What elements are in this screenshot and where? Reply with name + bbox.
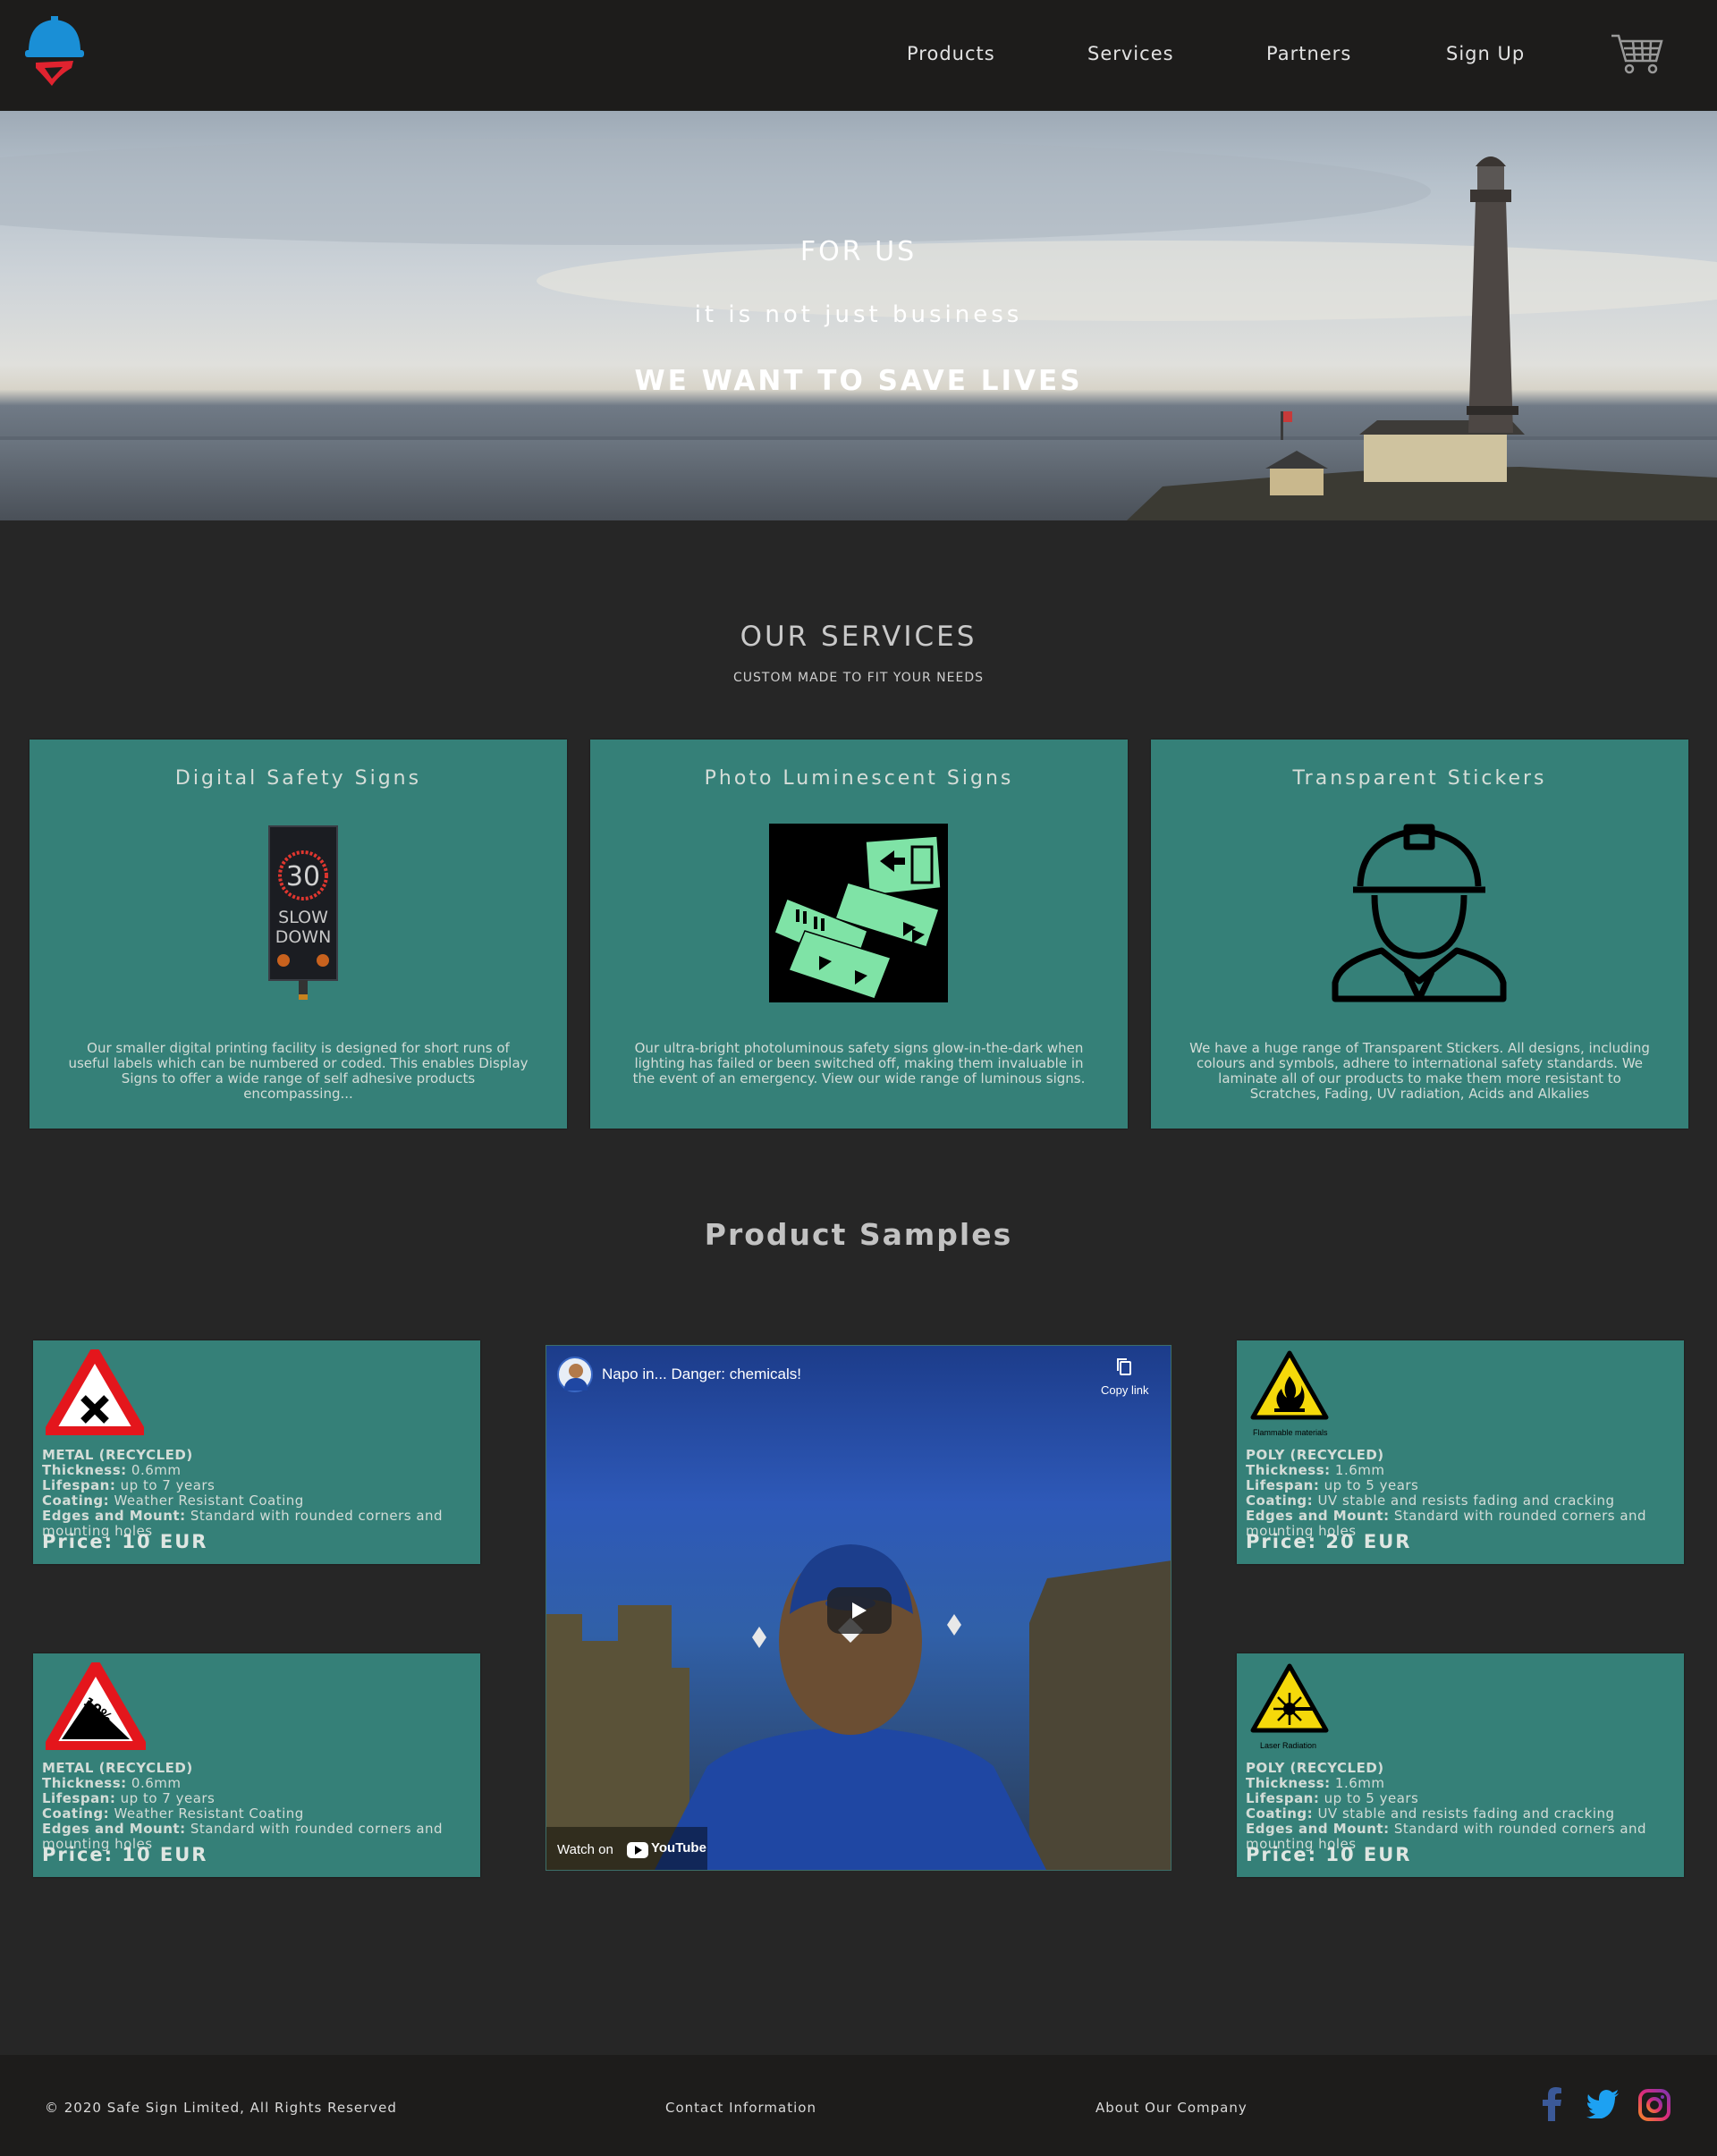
- svg-text:DOWN: DOWN: [275, 927, 332, 947]
- channel-avatar[interactable]: [557, 1357, 593, 1392]
- services-title: OUR SERVICES: [740, 621, 977, 653]
- svg-text:30: 30: [286, 861, 320, 892]
- hero-line-1: FOR US: [799, 236, 918, 267]
- nav-link-partners[interactable]: Partners: [1266, 43, 1351, 64]
- service-card-digital-safety-signs[interactable]: Digital Safety Signs 30 SLOW DOWN Our sm…: [30, 740, 567, 1129]
- digital-speed-sign-image: 30 SLOW DOWN: [268, 825, 338, 1000]
- product-card-steep-descent-sign[interactable]: 10% METAL (RECYCLED) Thickness: 0.6mm Li…: [33, 1653, 480, 1877]
- watch-on-label[interactable]: Watch on: [557, 1842, 613, 1857]
- product-price: Price: 10 EUR: [42, 1531, 208, 1552]
- steep-descent-sign-icon: 10%: [46, 1662, 146, 1750]
- product-samples-title: Product Samples: [704, 1217, 1013, 1252]
- service-card-text: Our ultra-bright photoluminous safety si…: [632, 1040, 1086, 1086]
- product-details: METAL (RECYCLED) Thickness: 0.6mm Lifesp…: [42, 1447, 444, 1539]
- svg-text:SLOW: SLOW: [278, 908, 328, 927]
- copy-link-icon[interactable]: [1115, 1357, 1133, 1378]
- glowing-exit-signs-image: [769, 824, 948, 1002]
- product-price: Price: 10 EUR: [1246, 1844, 1412, 1865]
- product-details: POLY (RECYCLED) Thickness: 1.6mm Lifespa…: [1246, 1760, 1647, 1852]
- svg-text:Flammable materials: Flammable materials: [1253, 1428, 1328, 1437]
- product-price: Price: 10 EUR: [42, 1844, 208, 1865]
- youtube-video-embed[interactable]: Napo in... Danger: chemicals! Copy link …: [546, 1345, 1171, 1871]
- service-card-title: Photo Luminescent Signs: [704, 767, 1014, 790]
- youtube-wordmark[interactable]: YouTube: [651, 1840, 706, 1856]
- service-card-transparent-stickers[interactable]: Transparent Stickers We have a huge rang…: [1151, 740, 1688, 1129]
- product-card-crossroads-sign[interactable]: METAL (RECYCLED) Thickness: 0.6mm Lifesp…: [33, 1340, 480, 1564]
- product-details: POLY (RECYCLED) Thickness: 1.6mm Lifespa…: [1246, 1447, 1647, 1539]
- hardhat-shield-logo-icon[interactable]: [23, 16, 86, 88]
- services-subtitle: CUSTOM MADE TO FIT YOUR NEEDS: [732, 671, 984, 685]
- hero-banner: FOR US it is not just business WE WANT T…: [0, 111, 1717, 520]
- construction-worker-icon: [1332, 824, 1507, 1002]
- laser-radiation-sign-icon: Laser Radiation: [1250, 1663, 1329, 1750]
- hero-line-2: it is not just business: [694, 301, 1023, 328]
- instagram-icon[interactable]: [1638, 2089, 1670, 2121]
- service-card-photo-luminescent-signs[interactable]: Photo Luminescent Signs Our ultra-bright…: [590, 740, 1128, 1129]
- service-card-text: Our smaller digital printing facility is…: [68, 1040, 529, 1102]
- footer-contact-link[interactable]: Contact Information: [665, 2100, 816, 2116]
- nav-link-products[interactable]: Products: [907, 43, 995, 64]
- product-details: METAL (RECYCLED) Thickness: 0.6mm Lifesp…: [42, 1760, 444, 1852]
- service-card-title: Transparent Stickers: [1292, 767, 1547, 790]
- product-card-flammable-sign[interactable]: Flammable materials POLY (RECYCLED) Thic…: [1237, 1340, 1684, 1564]
- footer-copyright: © 2020 Safe Sign Limited, All Rights Res…: [45, 2100, 397, 2116]
- service-card-text: We have a huge range of Transparent Stic…: [1189, 1040, 1650, 1102]
- play-icon: [852, 1602, 867, 1619]
- flammable-materials-sign-icon: Flammable materials: [1250, 1350, 1329, 1437]
- product-card-laser-radiation-sign[interactable]: Laser Radiation POLY (RECYCLED) Thicknes…: [1237, 1653, 1684, 1877]
- svg-text:Laser Radiation: Laser Radiation: [1260, 1741, 1316, 1750]
- top-navbar: Products Services Partners Sign Up: [0, 0, 1717, 111]
- footer-about-link[interactable]: About Our Company: [1095, 2100, 1248, 2116]
- copy-link-label[interactable]: Copy link: [1101, 1383, 1148, 1397]
- nav-link-services[interactable]: Services: [1087, 43, 1174, 64]
- youtube-logo-icon[interactable]: [627, 1842, 648, 1858]
- hero-line-3: WE WANT TO SAVE LIVES: [634, 365, 1083, 397]
- video-title[interactable]: Napo in... Danger: chemicals!: [602, 1365, 801, 1383]
- crossroads-warning-sign-icon: [46, 1349, 144, 1435]
- play-button[interactable]: [827, 1587, 892, 1634]
- product-price: Price: 20 EUR: [1246, 1531, 1412, 1552]
- shopping-cart-icon[interactable]: [1610, 32, 1663, 75]
- service-card-title: Digital Safety Signs: [174, 767, 422, 790]
- twitter-icon[interactable]: [1586, 2090, 1619, 2118]
- nav-link-sign-up[interactable]: Sign Up: [1446, 43, 1525, 64]
- facebook-icon[interactable]: [1540, 2087, 1563, 2121]
